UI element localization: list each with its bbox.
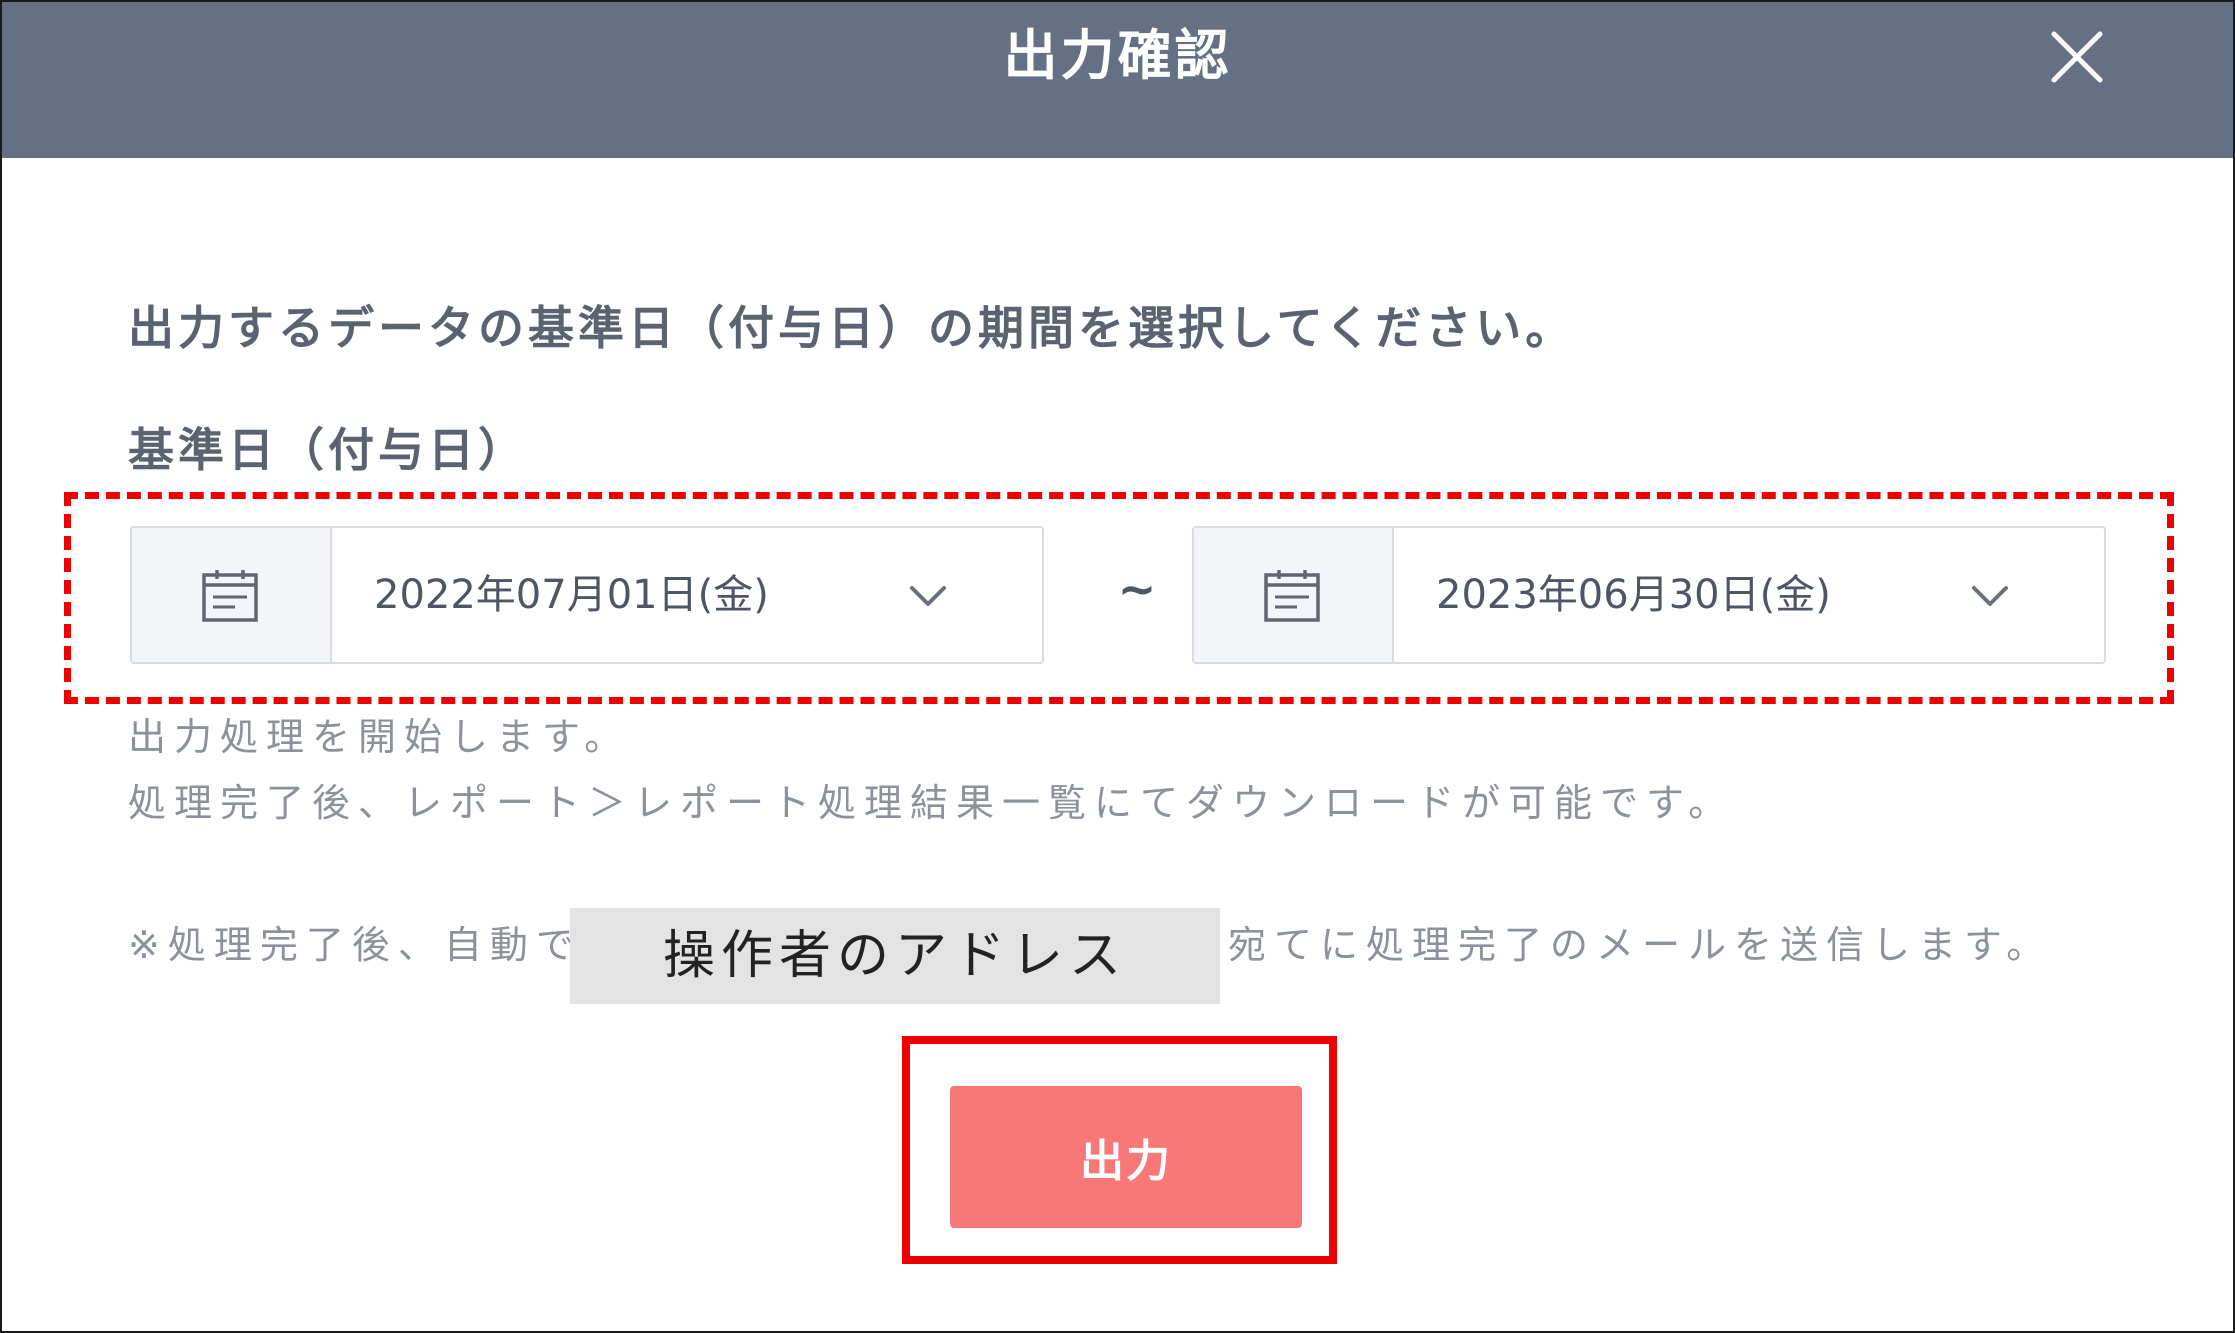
close-icon <box>2051 31 2103 83</box>
instruction-text: 出力するデータの基準日（付与日）の期間を選択してください。 <box>128 301 1576 355</box>
output-confirm-dialog: 出力確認 出力するデータの基準日（付与日）の期間を選択してください。 基準日（付… <box>0 0 2235 1333</box>
base-date-label: 基準日（付与日） <box>128 423 528 477</box>
dialog-header: 出力確認 <box>2 2 2233 158</box>
redacted-operator-address: 操作者のアドレス <box>570 908 1220 1004</box>
close-button[interactable] <box>2042 22 2112 92</box>
note-email-prefix: ※処理完了後、自動で <box>128 923 582 967</box>
annotation-dashed-highlight <box>64 492 2174 704</box>
note-download-location: 処理完了後、レポート＞レポート処理結果一覧にてダウンロードが可能です。 <box>128 781 1735 825</box>
note-start-processing: 出力処理を開始します。 <box>128 715 631 759</box>
dialog-title: 出力確認 <box>1003 24 1232 87</box>
output-button[interactable]: 出力 <box>950 1086 1302 1228</box>
note-email-suffix: 宛てに処理完了のメールを送信します。 <box>1228 923 2053 967</box>
